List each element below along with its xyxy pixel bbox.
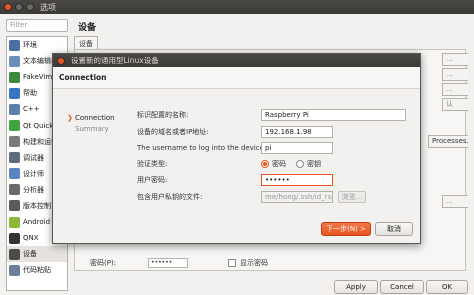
password-row-wizard: 用户密码: •••••• [137,174,333,186]
category-label: FakeVim [23,73,53,82]
name-field[interactable]: Raspberry Pi [261,109,406,121]
build-run-icon [9,136,20,148]
ok-button[interactable]: OK [426,280,468,294]
key-file-label: 包含用户私钥的文件: [137,193,203,201]
cancel-button[interactable]: Cancel [380,280,424,294]
category-label: 帮助 [23,89,37,98]
name-label: 标识配置的名称: [137,111,189,119]
browse-button: 浏览... [338,191,366,203]
qnx-icon [9,232,20,244]
window-minimize-icon[interactable] [15,3,23,11]
devices-icon [9,248,20,260]
category-label: 版本控制 [23,201,51,210]
help-icon [9,87,20,99]
auth-password-radio[interactable] [261,160,269,168]
designer-icon [9,168,20,180]
wizard-close-icon[interactable] [57,56,65,65]
show-password-label: 显示密码 [240,259,269,267]
category-label: Qt Quick [23,121,54,130]
side-button-4[interactable]: 认 [442,98,468,111]
step-connection-label: Connection [75,113,115,122]
side-button-3[interactable]: ... [442,83,468,96]
auth-key-radio[interactable] [296,160,304,168]
password-field[interactable]: •••••• [148,258,189,268]
user-password-label: 用户密码: [137,176,168,184]
category-label: C++ [23,105,40,114]
username-field[interactable]: pi [261,142,333,154]
options-titlebar: 选项 [0,0,474,14]
monitor-icon [9,39,20,51]
auth-key-label: 密钥 [307,160,321,168]
auth-password-option[interactable]: 密码 [261,159,286,169]
auth-password-label: 密码 [272,160,286,168]
category-label: 代码粘贴 [23,266,51,275]
auth-row: 验证类型: 密码 密钥 [137,158,331,170]
wizard-steps: ❯ Connection Summary [67,112,115,134]
name-row: 标识配置的名称: Raspberry Pi [137,109,406,121]
text-editor-icon [9,55,20,67]
dialog-button-bar: Apply Cancel OK [0,279,474,295]
step-connection: ❯ Connection [67,112,115,123]
host-row: 设备的域名或者IP地址: 192.168.1.98 [137,126,333,138]
step-summary: Summary [67,123,115,134]
auth-key-option[interactable]: 密钥 [296,159,321,169]
show-password-checkbox[interactable] [228,259,237,267]
category-item[interactable]: 环境 [7,37,67,53]
apply-button[interactable]: Apply [334,280,378,294]
next-button[interactable]: 下一步(N) > [321,222,371,236]
category-label: 调试器 [23,153,44,162]
category-label: 环境 [23,41,37,50]
password-label: 密码(P): [90,259,117,267]
side-button-2[interactable]: ... [442,68,468,81]
window-maximize-icon[interactable] [26,3,34,11]
category-label: 设备 [23,250,37,259]
wizard-cancel-button[interactable]: 取消 [375,222,413,236]
debugger-icon [9,152,20,164]
analyzer-icon [9,184,20,196]
category-item[interactable]: 设备 [7,246,67,263]
password-row: 密码(P): •••••• 显示密码 [90,258,268,268]
auth-label: 验证类型: [137,160,168,168]
page-title: 设备 [78,23,97,33]
processes-button[interactable]: Processes... [428,135,468,148]
qt-quick-icon [9,120,20,132]
filter-input[interactable]: Filter [6,19,68,32]
linux-device-wizard: 设置新的通用型Linux设备 Connection ❯ Connection S… [52,53,421,244]
side-button-6[interactable]: ... [442,195,468,208]
code-paste-icon [9,264,20,276]
key-file-row: 包含用户私钥的文件: me/hong/.ssh/id_rsa 浏览... [137,191,366,203]
category-label: QNX [23,234,39,243]
step-summary-label: Summary [75,124,109,133]
wizard-titlebar: 设置新的通用型Linux设备 [53,54,420,67]
category-label: Android [23,218,51,227]
host-label: 设备的域名或者IP地址: [137,128,209,136]
wizard-title: 设置新的通用型Linux设备 [71,56,159,65]
fakevim-icon [9,71,20,83]
username-label: The username to log into the device: [137,144,267,152]
key-file-field: me/hong/.ssh/id_rsa [261,191,333,203]
version-control-icon [9,200,20,212]
options-window-title: 选项 [40,2,56,12]
side-button-1[interactable]: ... [442,53,468,66]
category-label: 设计师 [23,169,44,178]
user-password-field[interactable]: •••••• [261,174,333,186]
cpp-icon [9,103,20,115]
category-label: 分析器 [23,185,44,194]
host-field[interactable]: 192.168.1.98 [261,126,333,138]
window-close-icon[interactable] [4,3,12,11]
android-icon [9,216,20,228]
category-item[interactable]: 代码粘贴 [7,262,67,278]
username-row: The username to log into the device: pi [137,142,333,154]
current-step-arrow-icon: ❯ [67,113,73,122]
wizard-page-header: Connection [53,67,420,89]
